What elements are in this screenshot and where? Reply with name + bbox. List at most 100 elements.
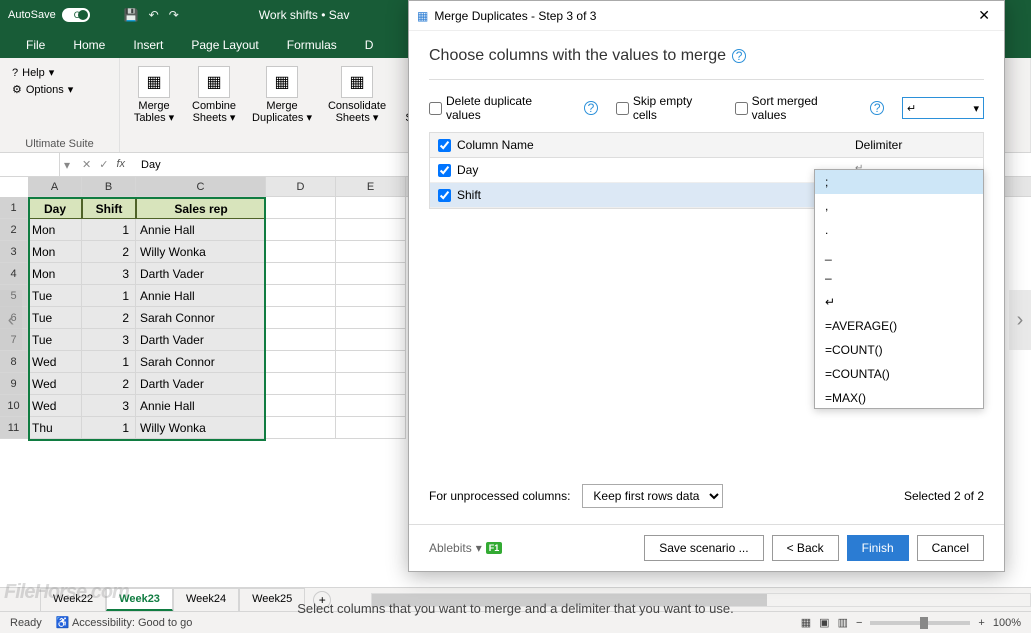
help-icon[interactable]: ? [870,101,884,115]
tab-home[interactable]: Home [59,32,119,58]
row-header[interactable]: 3 [0,241,28,263]
column-checkbox[interactable] [438,164,451,177]
row-header[interactable]: 9 [0,373,28,395]
data-cell[interactable]: 3 [82,263,136,285]
header-cell[interactable]: Sales rep [136,197,266,219]
dropdown-item[interactable]: _ [815,242,983,266]
data-cell[interactable]: 2 [82,373,136,395]
header-cell[interactable]: Shift [82,197,136,219]
empty-cell[interactable] [266,285,336,307]
data-cell[interactable]: 1 [82,285,136,307]
empty-cell[interactable] [336,351,406,373]
finish-button[interactable]: Finish [847,535,909,561]
data-cell[interactable]: 3 [82,329,136,351]
col-header-C[interactable]: C [136,177,266,196]
data-cell[interactable]: Tue [28,329,82,351]
dropdown-item[interactable]: =MAX() [815,386,983,409]
cancel-fx-icon[interactable]: ✕ [82,158,91,171]
empty-cell[interactable] [336,417,406,439]
data-cell[interactable]: Darth Vader [136,263,266,285]
empty-cell[interactable] [336,307,406,329]
empty-cell[interactable] [266,241,336,263]
dropdown-item[interactable]: =AVERAGE() [815,314,983,338]
dropdown-item[interactable]: . [815,218,983,242]
data-cell[interactable]: Mon [28,263,82,285]
help-icon[interactable]: ? [584,101,598,115]
ribbon-btn-2[interactable]: ▦MergeDuplicates ▾ [248,62,316,128]
data-cell[interactable]: Sarah Connor [136,307,266,329]
empty-cell[interactable] [266,417,336,439]
next-nav-icon[interactable]: › [1009,290,1031,350]
row-header[interactable]: 10 [0,395,28,417]
ribbon-btn-3[interactable]: ▦ConsolidateSheets ▾ [324,62,390,128]
data-cell[interactable]: Willy Wonka [136,241,266,263]
close-icon[interactable]: ✕ [972,5,996,26]
empty-cell[interactable] [336,219,406,241]
data-cell[interactable]: Darth Vader [136,329,266,351]
data-cell[interactable]: Wed [28,373,82,395]
empty-cell[interactable] [336,263,406,285]
data-cell[interactable]: Wed [28,395,82,417]
data-cell[interactable]: Tue [28,307,82,329]
dialog-title-bar[interactable]: ▦Merge Duplicates - Step 3 of 3 ✕ [409,1,1004,31]
tab-data[interactable]: D [351,32,388,58]
empty-cell[interactable] [336,285,406,307]
empty-cell[interactable] [336,329,406,351]
data-cell[interactable]: Annie Hall [136,395,266,417]
data-cell[interactable]: Wed [28,351,82,373]
empty-cell[interactable] [266,263,336,285]
delimiter-dropdown[interactable]: ↵ ▾ [902,97,984,119]
empty-cell[interactable] [336,241,406,263]
empty-cell[interactable] [266,351,336,373]
empty-cell[interactable] [336,373,406,395]
data-cell[interactable]: Thu [28,417,82,439]
undo-icon[interactable]: ↶ [149,8,159,22]
data-cell[interactable]: 3 [82,395,136,417]
data-cell[interactable]: 1 [82,219,136,241]
col-header-A[interactable]: A [28,177,82,196]
header-cell[interactable]: Day [28,197,82,219]
empty-cell[interactable] [266,219,336,241]
empty-cell[interactable] [336,197,406,219]
row-header[interactable]: 4 [0,263,28,285]
help-button[interactable]: ?Help ▾ [12,66,107,79]
empty-cell[interactable] [266,329,336,351]
data-cell[interactable]: Willy Wonka [136,417,266,439]
select-all-checkbox[interactable] [438,139,451,152]
data-cell[interactable]: Annie Hall [136,219,266,241]
dropdown-item[interactable]: – [815,266,983,290]
delimiter-dropdown-list[interactable]: ;,._–↵=AVERAGE()=COUNT()=COUNTA()=MAX()=… [814,169,984,409]
col-header-E[interactable]: E [336,177,406,196]
dropdown-item[interactable]: ; [815,170,983,194]
dropdown-item[interactable]: ↵ [815,290,983,314]
back-button[interactable]: < Back [772,535,839,561]
data-cell[interactable]: 1 [82,417,136,439]
column-checkbox[interactable] [438,189,451,202]
empty-cell[interactable] [266,307,336,329]
save-scenario-button[interactable]: Save scenario ... [644,535,763,561]
namebox-dropdown-icon[interactable]: ▾ [60,158,74,172]
brand-link[interactable]: Ablebits ▾ F1 [429,541,502,555]
dropdown-item[interactable]: =COUNTA() [815,362,983,386]
data-cell[interactable]: Mon [28,241,82,263]
options-button[interactable]: ⚙Options ▾ [12,83,107,96]
help-icon[interactable]: ? [732,49,746,63]
data-cell[interactable]: 2 [82,241,136,263]
fx-icon[interactable]: fx [116,158,125,171]
data-cell[interactable]: Annie Hall [136,285,266,307]
empty-cell[interactable] [266,395,336,417]
empty-cell[interactable] [266,197,336,219]
row-header-1[interactable]: 1 [0,197,28,219]
ribbon-btn-0[interactable]: ▦MergeTables ▾ [128,62,180,128]
save-icon[interactable]: 💾 [124,8,139,22]
ribbon-btn-1[interactable]: ▦CombineSheets ▾ [188,62,240,128]
tab-insert[interactable]: Insert [119,32,177,58]
row-header[interactable]: 2 [0,219,28,241]
data-cell[interactable]: Tue [28,285,82,307]
tab-formulas[interactable]: Formulas [273,32,351,58]
data-cell[interactable]: 1 [82,351,136,373]
dropdown-item[interactable]: , [815,194,983,218]
row-header[interactable]: 11 [0,417,28,439]
cancel-button[interactable]: Cancel [917,535,984,561]
col-header-B[interactable]: B [82,177,136,196]
